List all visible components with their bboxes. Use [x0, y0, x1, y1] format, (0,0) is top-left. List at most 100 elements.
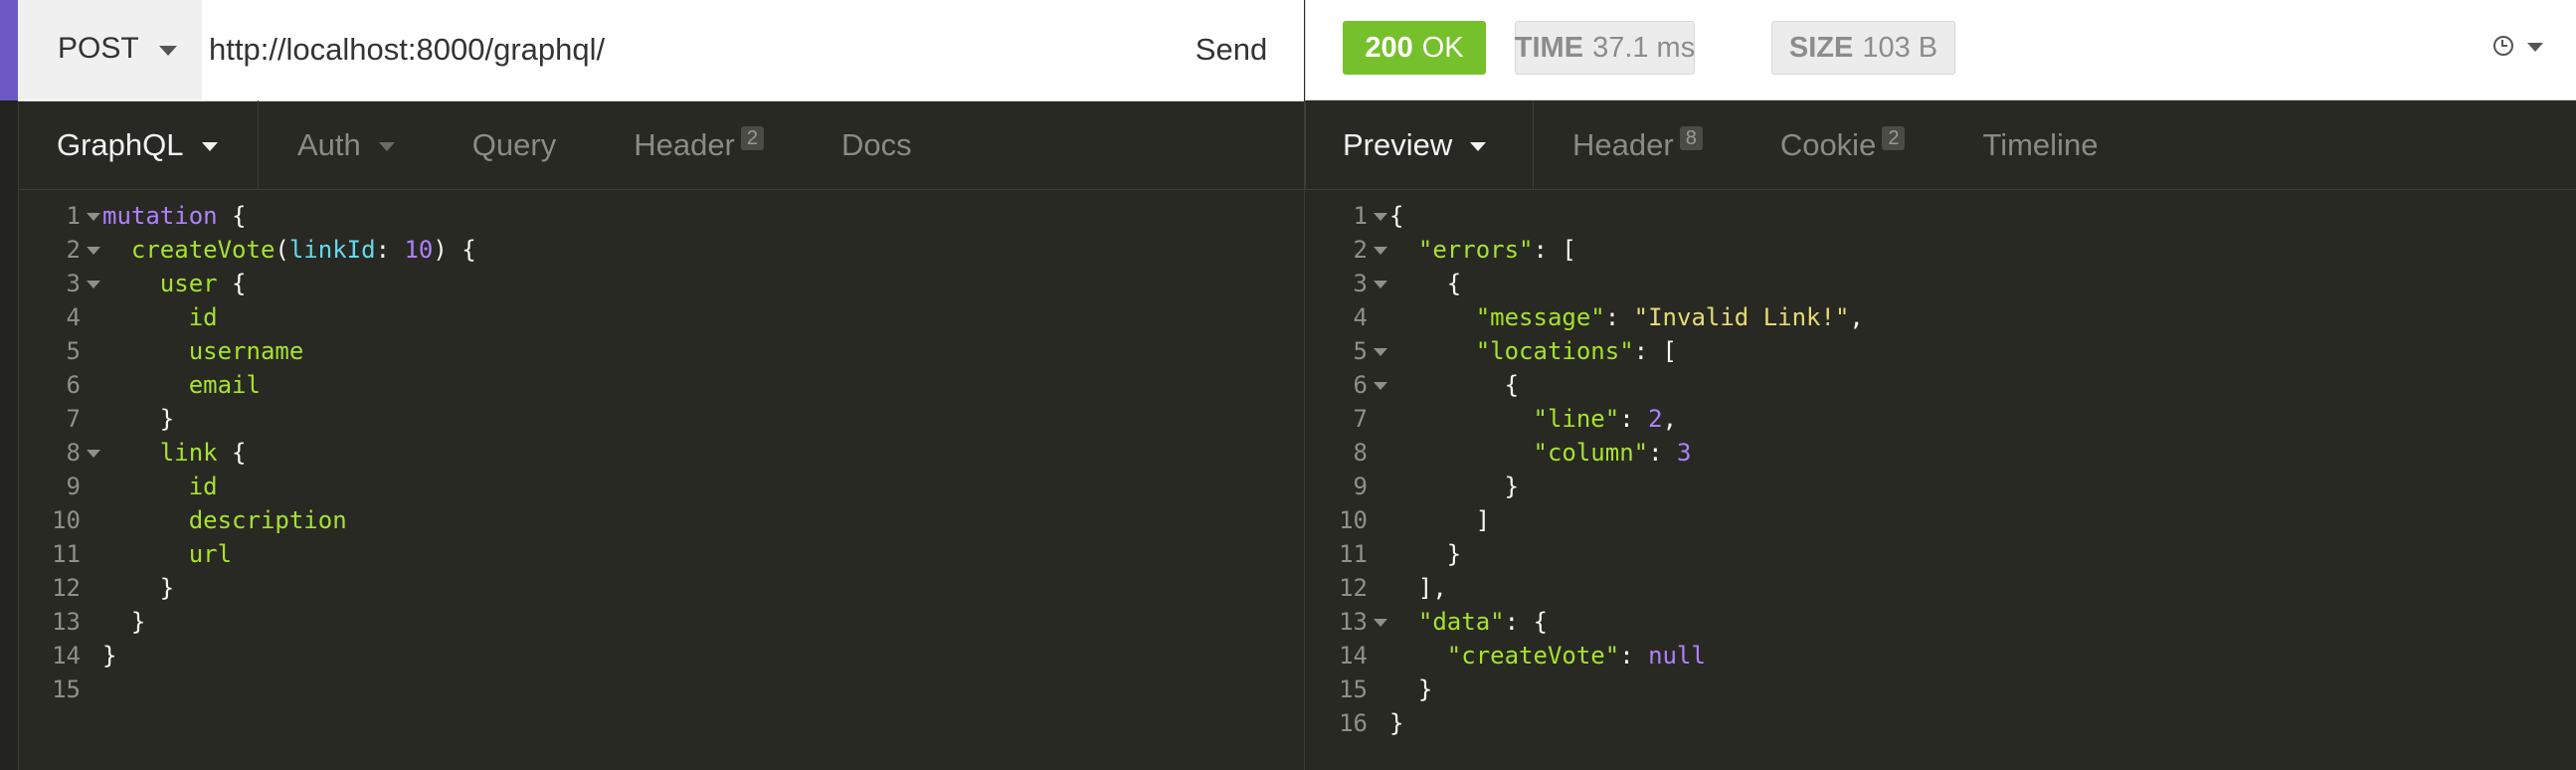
- fold-caret-icon[interactable]: [1374, 247, 1387, 255]
- code-line: 12 ],: [1306, 571, 2575, 605]
- code-token: user: [159, 270, 218, 297]
- request-tabs: GraphQL Auth Query Header 2 Docs: [19, 100, 1304, 190]
- code-token: 3: [1677, 439, 1692, 467]
- code-token: mutation: [102, 202, 218, 230]
- request-tab-graphql[interactable]: GraphQL: [19, 100, 259, 189]
- method-dropdown[interactable]: POST: [18, 0, 202, 99]
- fold-gutter[interactable]: [1368, 368, 1389, 402]
- code-token: ]: [1389, 506, 1491, 534]
- code-text: url: [102, 537, 232, 571]
- fold-gutter[interactable]: [81, 267, 102, 300]
- code-token: "Invalid Link!": [1633, 303, 1850, 331]
- code-token: url: [188, 540, 233, 568]
- fold-gutter: [81, 605, 102, 639]
- code-text: "message": "Invalid Link!",: [1389, 300, 1864, 334]
- code-text: id: [102, 300, 218, 334]
- fold-caret-icon[interactable]: [87, 281, 100, 289]
- code-line: 8 "column": 3: [1306, 436, 2575, 470]
- code-token: {: [1389, 270, 1462, 297]
- line-number: 16: [1339, 709, 1368, 737]
- response-tabs: Preview Header 8 Cookie 2 Timeline: [1305, 100, 2576, 190]
- code-token: ,: [1662, 405, 1678, 433]
- fold-gutter[interactable]: [1368, 233, 1389, 267]
- request-tab-header[interactable]: Header 2: [595, 100, 803, 189]
- request-tab-auth[interactable]: Auth: [259, 100, 434, 189]
- code-token: {: [1389, 202, 1404, 230]
- code-token: "errors": [1417, 236, 1534, 264]
- code-token: "column": [1533, 439, 1649, 467]
- code-token: : [: [1533, 236, 1576, 264]
- code-line: 5 username: [19, 334, 1302, 368]
- line-number: 15: [52, 675, 81, 703]
- fold-caret-icon[interactable]: [1374, 213, 1387, 221]
- fold-gutter[interactable]: [81, 233, 102, 267]
- fold-caret-icon[interactable]: [1374, 382, 1387, 390]
- fold-gutter[interactable]: [1368, 334, 1389, 368]
- fold-caret-icon[interactable]: [1374, 348, 1387, 356]
- code-text: }: [1389, 673, 1432, 706]
- code-text: "data": {: [1389, 605, 1548, 639]
- fold-gutter: [81, 537, 102, 571]
- fold-caret-icon[interactable]: [87, 450, 100, 458]
- code-line: 10 description: [19, 503, 1302, 537]
- code-line: 8 link {: [19, 436, 1302, 470]
- code-token: "line": [1533, 405, 1620, 433]
- code-text: }: [102, 639, 116, 673]
- fold-gutter[interactable]: [81, 199, 102, 233]
- fold-caret-icon[interactable]: [1374, 281, 1387, 289]
- fold-gutter[interactable]: [1368, 199, 1389, 233]
- fold-caret-icon[interactable]: [1374, 619, 1387, 627]
- response-status-bar: 200 OK TIME 37.1 ms SIZE 103 B: [1305, 0, 2576, 100]
- code-line: 5 "locations": [: [1306, 334, 2575, 368]
- code-token: }: [1389, 675, 1433, 703]
- code-line: 2 createVote(linkId: 10) {: [19, 233, 1302, 267]
- response-tab-timeline[interactable]: Timeline: [1943, 100, 2136, 189]
- code-token: id: [188, 303, 218, 331]
- code-text: createVote(linkId: 10) {: [102, 233, 476, 267]
- code-text: user {: [102, 267, 247, 300]
- code-line: 3 user {: [19, 267, 1302, 300]
- send-button[interactable]: Send: [1172, 22, 1291, 78]
- history-dropdown[interactable]: [2489, 30, 2559, 70]
- code-line: 14}: [19, 639, 1302, 673]
- code-line: 12 }: [19, 571, 1302, 605]
- line-number: 15: [1339, 675, 1368, 703]
- line-number: 3: [1353, 270, 1368, 297]
- fold-gutter[interactable]: [1368, 605, 1389, 639]
- line-number: 6: [66, 371, 81, 399]
- pane-divider[interactable]: [1304, 100, 1305, 770]
- fold-gutter[interactable]: [1368, 267, 1389, 300]
- response-viewer: 1{2 "errors": [3 {4 "message": "Invalid …: [1306, 199, 2575, 740]
- fold-caret-icon[interactable]: [87, 247, 100, 255]
- response-tab-header[interactable]: Header 8: [1534, 100, 1742, 189]
- response-tab-preview[interactable]: Preview: [1306, 100, 1534, 189]
- code-text: "locations": [: [1389, 334, 1677, 368]
- url-input[interactable]: [209, 22, 1164, 78]
- code-line: 14 "createVote": null: [1306, 639, 2575, 673]
- code-token: "locations": [1475, 337, 1634, 365]
- code-text: {: [1389, 368, 1519, 402]
- code-token: }: [1389, 540, 1462, 568]
- code-text: description: [102, 503, 347, 537]
- query-editor[interactable]: 1 mutation {2 createVote(linkId: 10) {3 u…: [19, 199, 1302, 706]
- code-line: 1 mutation {: [19, 199, 1302, 233]
- code-token: id: [188, 473, 218, 500]
- fold-caret-icon[interactable]: [87, 213, 100, 221]
- response-tab-cookie[interactable]: Cookie 2: [1742, 100, 1944, 189]
- request-tab-query[interactable]: Query: [434, 100, 595, 189]
- code-token: createVote: [130, 236, 276, 264]
- request-tab-docs[interactable]: Docs: [803, 100, 951, 189]
- code-text: }: [1389, 470, 1519, 503]
- fold-gutter[interactable]: [81, 436, 102, 470]
- fold-gutter: [1368, 706, 1389, 740]
- code-token: :: [1619, 642, 1649, 670]
- line-number: 4: [1353, 303, 1368, 331]
